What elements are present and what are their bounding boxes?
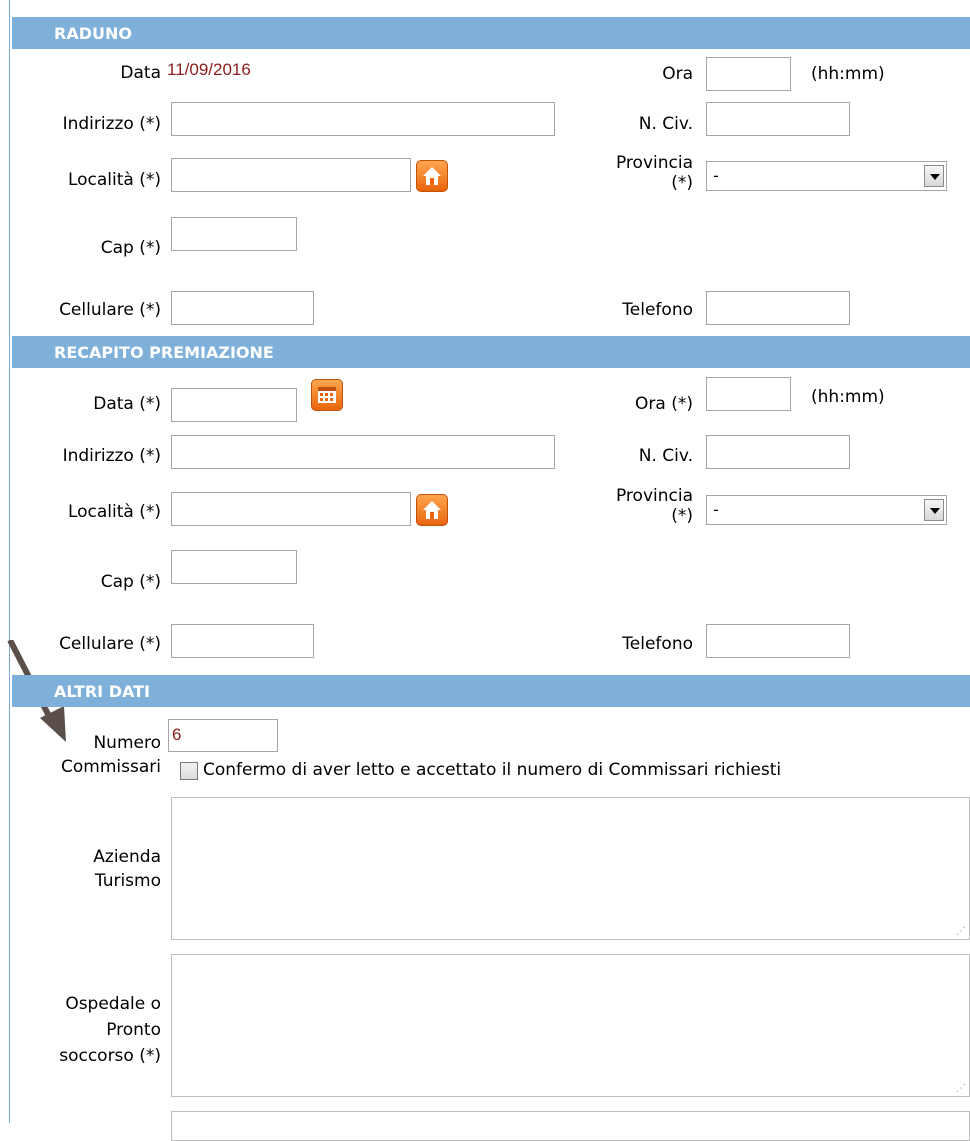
section-header-raduno: RADUNO (12, 17, 970, 49)
chevron-down-icon[interactable] (924, 165, 944, 187)
raduno-localita-label: Località (*) (67, 170, 161, 190)
raduno-nciv-input[interactable] (706, 102, 850, 136)
raduno-telefono-label: Telefono (622, 300, 693, 320)
recapito-localita-label: Località (*) (67, 502, 161, 522)
recapito-telefono-input[interactable] (706, 624, 850, 658)
section-header-altri: ALTRI DATI (12, 675, 970, 707)
section-header-recapito: RECAPITO PREMIAZIONE (12, 336, 970, 368)
recapito-ora-input[interactable] (706, 377, 791, 411)
recapito-nciv-label: N. Civ. (638, 446, 693, 466)
ospedale-textarea[interactable]: ⋰ (171, 954, 970, 1097)
recapito-data-label: Data (*) (93, 394, 161, 414)
recapito-provincia-label: Provincia (*) (615, 486, 693, 526)
raduno-cap-input[interactable] (171, 217, 297, 251)
recapito-cellulare-label: Cellulare (*) (59, 634, 161, 654)
azienda-turismo-label: Azienda Turismo (93, 847, 161, 891)
resize-grip-icon[interactable]: ⋰ (956, 926, 966, 937)
ospedale-label: Ospedale o Pronto soccorso (*) (59, 994, 161, 1066)
recapito-home-icon[interactable] (416, 494, 448, 526)
raduno-indirizzo-label: Indirizzo (*) (62, 114, 161, 134)
recapito-cap-input[interactable] (171, 550, 297, 584)
recapito-nciv-input[interactable] (706, 435, 850, 469)
recapito-localita-input[interactable] (171, 492, 411, 526)
raduno-telefono-input[interactable] (706, 291, 850, 325)
resize-grip-icon[interactable]: ⋰ (956, 1083, 966, 1094)
conferma-checkbox-label: Confermo di aver letto e accettato il nu… (203, 760, 782, 780)
recapito-data-input[interactable] (171, 388, 297, 422)
recapito-provincia-select[interactable]: - (706, 495, 947, 525)
left-border (9, 0, 10, 1123)
raduno-cellulare-label: Cellulare (*) (59, 300, 161, 320)
conferma-checkbox[interactable] (180, 762, 198, 780)
raduno-localita-input[interactable] (171, 158, 411, 192)
raduno-home-icon[interactable] (416, 160, 448, 192)
recapito-cap-label: Cap (*) (100, 572, 161, 592)
raduno-ora-input[interactable] (706, 57, 791, 91)
chevron-down-icon[interactable] (924, 499, 944, 521)
recapito-ora-label: Ora (*) (635, 394, 693, 414)
raduno-cellulare-input[interactable] (171, 291, 314, 325)
raduno-indirizzo-input[interactable] (171, 102, 555, 136)
recapito-cellulare-input[interactable] (171, 624, 314, 658)
recapito-indirizzo-label: Indirizzo (*) (62, 446, 161, 466)
next-textarea[interactable] (171, 1111, 970, 1141)
calendar-icon[interactable] (311, 379, 343, 411)
raduno-nciv-label: N. Civ. (638, 114, 693, 134)
raduno-provincia-select[interactable]: - (706, 161, 947, 191)
numero-commissari-input[interactable]: 6 (168, 719, 278, 752)
raduno-ora-label: Ora (662, 64, 693, 84)
numero-commissari-label: Numero Commissari (61, 733, 161, 777)
raduno-provincia-label: Provincia (*) (615, 153, 693, 193)
recapito-indirizzo-input[interactable] (171, 435, 555, 469)
raduno-data-value: 11/09/2016 (167, 60, 251, 79)
azienda-turismo-textarea[interactable]: ⋰ (171, 797, 970, 940)
recapito-telefono-label: Telefono (622, 634, 693, 654)
raduno-cap-label: Cap (*) (100, 238, 161, 258)
raduno-data-label: Data (120, 63, 161, 83)
recapito-ora-unit: (hh:mm) (811, 387, 885, 407)
raduno-ora-unit: (hh:mm) (811, 64, 885, 84)
